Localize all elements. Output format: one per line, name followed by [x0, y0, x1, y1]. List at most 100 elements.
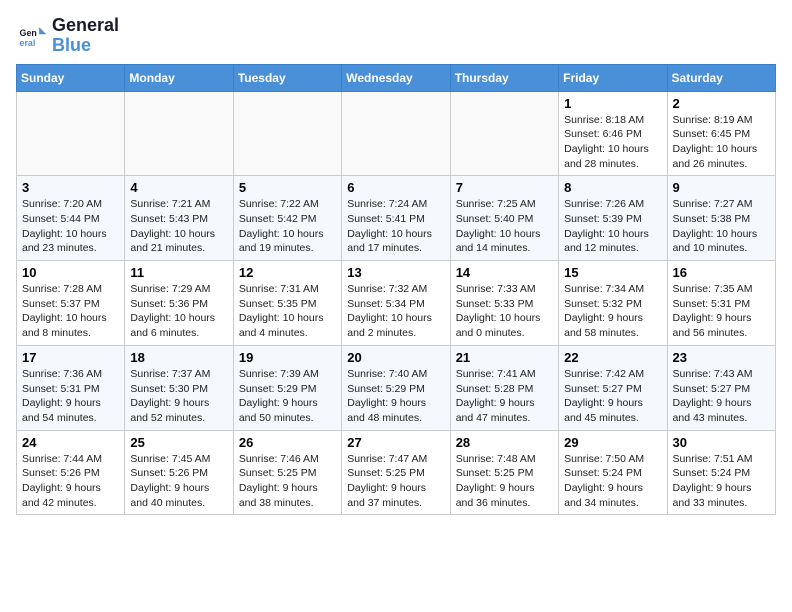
day-number: 15: [564, 265, 661, 280]
logo: Gen eral General Blue: [16, 16, 119, 56]
day-number: 4: [130, 180, 227, 195]
calendar-cell: 25 Sunrise: 7:45 AM Sunset: 5:26 PM Dayli…: [125, 430, 233, 515]
calendar-cell: [342, 91, 450, 176]
calendar-cell: 24 Sunrise: 7:44 AM Sunset: 5:26 PM Dayli…: [17, 430, 125, 515]
cell-info: Sunrise: 7:51 AM Sunset: 5:24 PM Dayligh…: [673, 452, 770, 511]
weekday-header-friday: Friday: [559, 64, 667, 91]
cell-info: Sunrise: 7:48 AM Sunset: 5:25 PM Dayligh…: [456, 452, 553, 511]
day-number: 25: [130, 435, 227, 450]
day-number: 27: [347, 435, 444, 450]
cell-info: Sunrise: 8:18 AM Sunset: 6:46 PM Dayligh…: [564, 113, 661, 172]
cell-info: Sunrise: 7:43 AM Sunset: 5:27 PM Dayligh…: [673, 367, 770, 426]
day-number: 3: [22, 180, 119, 195]
cell-info: Sunrise: 7:28 AM Sunset: 5:37 PM Dayligh…: [22, 282, 119, 341]
calendar-cell: 22 Sunrise: 7:42 AM Sunset: 5:27 PM Dayli…: [559, 345, 667, 430]
calendar-cell: 26 Sunrise: 7:46 AM Sunset: 5:25 PM Dayli…: [233, 430, 341, 515]
day-number: 5: [239, 180, 336, 195]
cell-info: Sunrise: 7:26 AM Sunset: 5:39 PM Dayligh…: [564, 197, 661, 256]
day-number: 29: [564, 435, 661, 450]
calendar-cell: 21Sunrise: 7:41 AM Sunset: 5:28 PM Dayli…: [450, 345, 558, 430]
cell-info: Sunrise: 7:44 AM Sunset: 5:26 PM Dayligh…: [22, 452, 119, 511]
calendar-cell: 19 Sunrise: 7:39 AM Sunset: 5:29 PM Dayli…: [233, 345, 341, 430]
calendar-cell: 3 Sunrise: 7:20 AM Sunset: 5:44 PM Daylig…: [17, 176, 125, 261]
cell-info: Sunrise: 7:22 AM Sunset: 5:42 PM Dayligh…: [239, 197, 336, 256]
calendar-cell: 30Sunrise: 7:51 AM Sunset: 5:24 PM Dayli…: [667, 430, 775, 515]
cell-info: Sunrise: 7:20 AM Sunset: 5:44 PM Dayligh…: [22, 197, 119, 256]
day-number: 17: [22, 350, 119, 365]
weekday-header-tuesday: Tuesday: [233, 64, 341, 91]
calendar-cell: 6 Sunrise: 7:24 AM Sunset: 5:41 PM Daylig…: [342, 176, 450, 261]
cell-info: Sunrise: 7:47 AM Sunset: 5:25 PM Dayligh…: [347, 452, 444, 511]
cell-info: Sunrise: 7:21 AM Sunset: 5:43 PM Dayligh…: [130, 197, 227, 256]
cell-info: Sunrise: 7:24 AM Sunset: 5:41 PM Dayligh…: [347, 197, 444, 256]
day-number: 21: [456, 350, 553, 365]
cell-info: Sunrise: 7:50 AM Sunset: 5:24 PM Dayligh…: [564, 452, 661, 511]
calendar-cell: 17 Sunrise: 7:36 AM Sunset: 5:31 PM Dayli…: [17, 345, 125, 430]
day-number: 10: [22, 265, 119, 280]
calendar-table: SundayMondayTuesdayWednesdayThursdayFrid…: [16, 64, 776, 516]
cell-info: Sunrise: 7:46 AM Sunset: 5:25 PM Dayligh…: [239, 452, 336, 511]
calendar-cell: 12 Sunrise: 7:31 AM Sunset: 5:35 PM Dayli…: [233, 261, 341, 346]
day-number: 12: [239, 265, 336, 280]
cell-info: Sunrise: 7:34 AM Sunset: 5:32 PM Dayligh…: [564, 282, 661, 341]
calendar-cell: 28 Sunrise: 7:48 AM Sunset: 5:25 PM Dayli…: [450, 430, 558, 515]
calendar-cell: [233, 91, 341, 176]
cell-info: Sunrise: 7:40 AM Sunset: 5:29 PM Dayligh…: [347, 367, 444, 426]
calendar-cell: 15 Sunrise: 7:34 AM Sunset: 5:32 PM Dayli…: [559, 261, 667, 346]
cell-info: Sunrise: 7:42 AM Sunset: 5:27 PM Dayligh…: [564, 367, 661, 426]
day-number: 24: [22, 435, 119, 450]
calendar-cell: [125, 91, 233, 176]
weekday-header-wednesday: Wednesday: [342, 64, 450, 91]
cell-info: Sunrise: 7:33 AM Sunset: 5:33 PM Dayligh…: [456, 282, 553, 341]
day-number: 26: [239, 435, 336, 450]
day-number: 8: [564, 180, 661, 195]
logo-text: General Blue: [52, 16, 119, 56]
cell-info: Sunrise: 7:31 AM Sunset: 5:35 PM Dayligh…: [239, 282, 336, 341]
svg-text:Gen: Gen: [20, 28, 37, 38]
calendar-cell: 27 Sunrise: 7:47 AM Sunset: 5:25 PM Dayli…: [342, 430, 450, 515]
cell-info: Sunrise: 7:45 AM Sunset: 5:26 PM Dayligh…: [130, 452, 227, 511]
calendar-cell: [450, 91, 558, 176]
cell-info: Sunrise: 7:29 AM Sunset: 5:36 PM Dayligh…: [130, 282, 227, 341]
day-number: 9: [673, 180, 770, 195]
cell-info: Sunrise: 8:19 AM Sunset: 6:45 PM Dayligh…: [673, 113, 770, 172]
day-number: 7: [456, 180, 553, 195]
cell-info: Sunrise: 7:37 AM Sunset: 5:30 PM Dayligh…: [130, 367, 227, 426]
calendar-cell: 8 Sunrise: 7:26 AM Sunset: 5:39 PM Daylig…: [559, 176, 667, 261]
calendar-cell: 7 Sunrise: 7:25 AM Sunset: 5:40 PM Daylig…: [450, 176, 558, 261]
day-number: 28: [456, 435, 553, 450]
calendar-cell: 29 Sunrise: 7:50 AM Sunset: 5:24 PM Dayli…: [559, 430, 667, 515]
day-number: 20: [347, 350, 444, 365]
day-number: 18: [130, 350, 227, 365]
calendar-cell: 20 Sunrise: 7:40 AM Sunset: 5:29 PM Dayli…: [342, 345, 450, 430]
calendar-cell: 10 Sunrise: 7:28 AM Sunset: 5:37 PM Dayli…: [17, 261, 125, 346]
cell-info: Sunrise: 7:25 AM Sunset: 5:40 PM Dayligh…: [456, 197, 553, 256]
cell-info: Sunrise: 7:36 AM Sunset: 5:31 PM Dayligh…: [22, 367, 119, 426]
day-number: 23: [673, 350, 770, 365]
calendar-cell: 1 Sunrise: 8:18 AM Sunset: 6:46 PM Daylig…: [559, 91, 667, 176]
calendar-cell: 2 Sunrise: 8:19 AM Sunset: 6:45 PM Daylig…: [667, 91, 775, 176]
cell-info: Sunrise: 7:27 AM Sunset: 5:38 PM Dayligh…: [673, 197, 770, 256]
day-number: 22: [564, 350, 661, 365]
day-number: 14: [456, 265, 553, 280]
weekday-header-thursday: Thursday: [450, 64, 558, 91]
weekday-header-saturday: Saturday: [667, 64, 775, 91]
cell-info: Sunrise: 7:32 AM Sunset: 5:34 PM Dayligh…: [347, 282, 444, 341]
day-number: 19: [239, 350, 336, 365]
calendar-cell: 16 Sunrise: 7:35 AM Sunset: 5:31 PM Dayli…: [667, 261, 775, 346]
cell-info: Sunrise: 7:39 AM Sunset: 5:29 PM Dayligh…: [239, 367, 336, 426]
calendar-cell: 5 Sunrise: 7:22 AM Sunset: 5:42 PM Daylig…: [233, 176, 341, 261]
calendar-cell: 23 Sunrise: 7:43 AM Sunset: 5:27 PM Dayli…: [667, 345, 775, 430]
day-number: 16: [673, 265, 770, 280]
cell-info: Sunrise: 7:35 AM Sunset: 5:31 PM Dayligh…: [673, 282, 770, 341]
calendar-cell: 9 Sunrise: 7:27 AM Sunset: 5:38 PM Daylig…: [667, 176, 775, 261]
day-number: 1: [564, 96, 661, 111]
svg-text:eral: eral: [20, 38, 36, 48]
day-number: 6: [347, 180, 444, 195]
day-number: 13: [347, 265, 444, 280]
day-number: 2: [673, 96, 770, 111]
day-number: 11: [130, 265, 227, 280]
calendar-cell: 18 Sunrise: 7:37 AM Sunset: 5:30 PM Dayli…: [125, 345, 233, 430]
calendar-cell: [17, 91, 125, 176]
calendar-cell: 11 Sunrise: 7:29 AM Sunset: 5:36 PM Dayli…: [125, 261, 233, 346]
